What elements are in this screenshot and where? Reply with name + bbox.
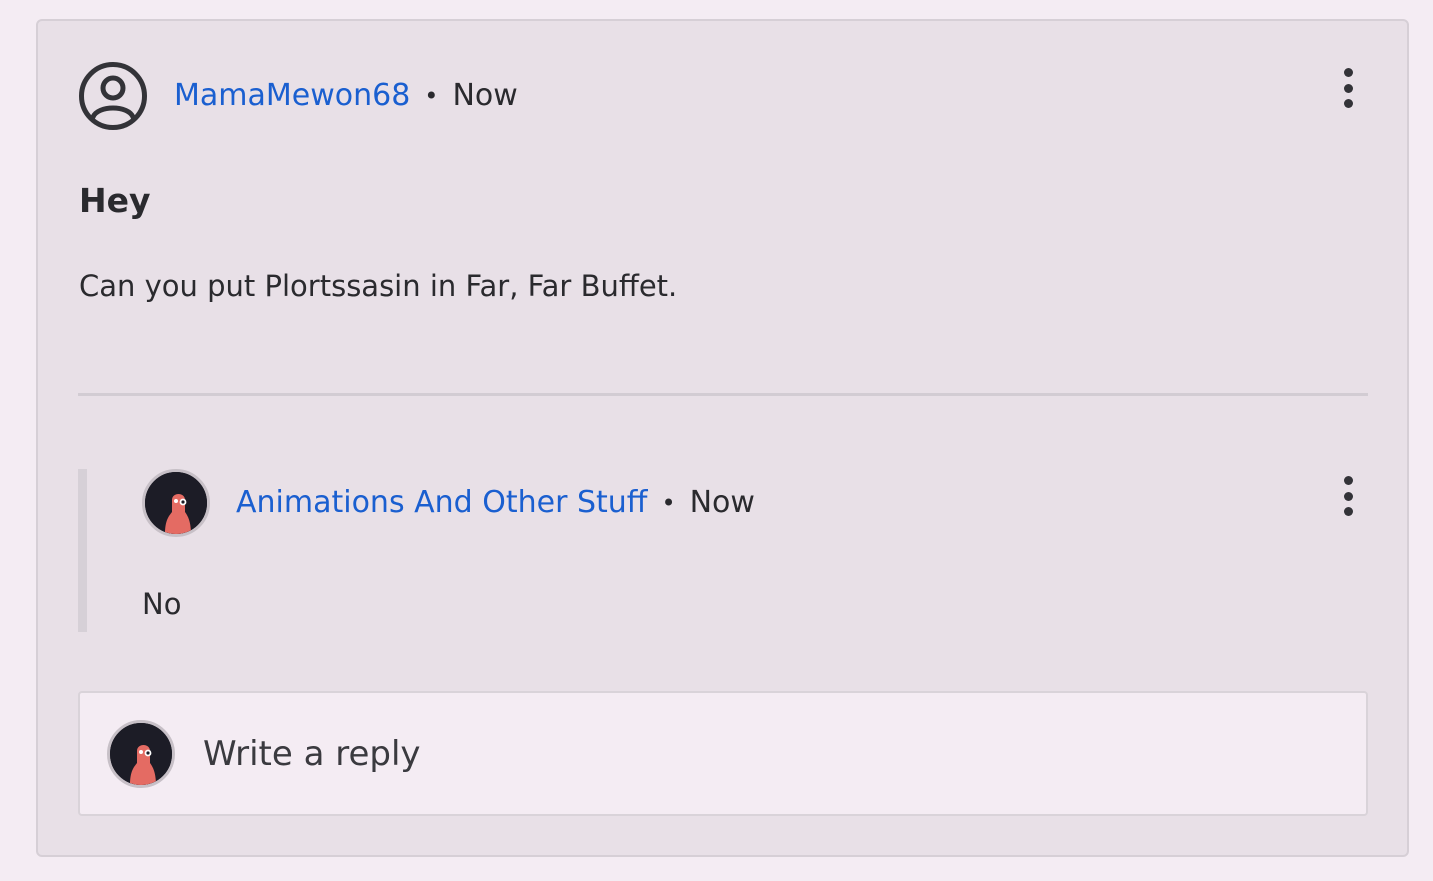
meta-separator: •: [661, 489, 676, 517]
post-header: MamaMewon68 • Now: [78, 61, 518, 131]
reply-body: No: [142, 587, 182, 621]
reply-thread-line: [78, 469, 87, 632]
post-body: Can you put Plortssasin in Far, Far Buff…: [79, 269, 678, 303]
comment-card: MamaMewon68 • Now Hey Can you put Plorts…: [36, 19, 1409, 857]
post-timestamp: Now: [452, 78, 518, 113]
reply-author-link[interactable]: Animations And Other Stuff: [236, 488, 647, 518]
divider: [78, 393, 1368, 396]
post-title: Hey: [79, 181, 151, 220]
reply-input-placeholder[interactable]: Write a reply: [203, 734, 421, 774]
post-author-link[interactable]: MamaMewon68: [174, 81, 410, 111]
current-user-avatar: [107, 719, 175, 788]
reply-timestamp: Now: [689, 485, 755, 520]
post-more-options-icon[interactable]: [1338, 68, 1358, 108]
user-circle-icon[interactable]: [78, 61, 148, 131]
reply-author-avatar[interactable]: [142, 469, 210, 537]
reply-composer[interactable]: Write a reply: [78, 691, 1368, 816]
reply-header: Animations And Other Stuff • Now: [142, 469, 755, 537]
reply-more-options-icon[interactable]: [1338, 476, 1358, 516]
meta-separator: •: [424, 82, 439, 110]
